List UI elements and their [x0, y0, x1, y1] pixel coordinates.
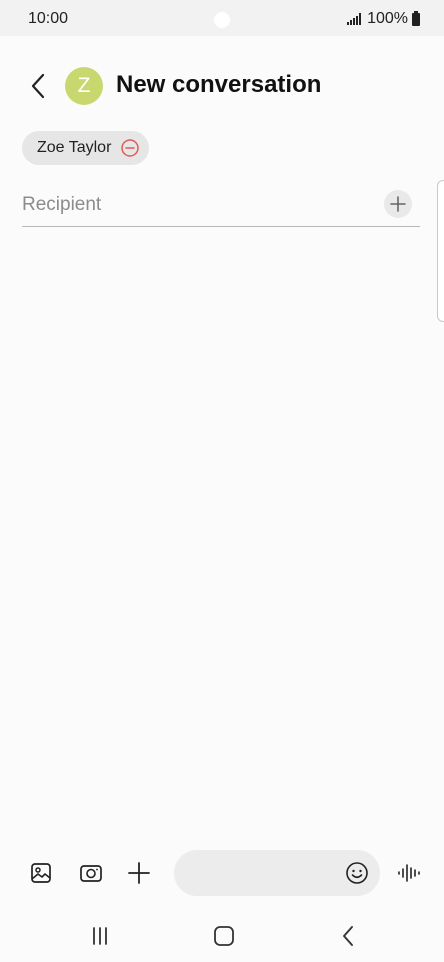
voice-button[interactable]	[394, 858, 424, 888]
gallery-icon	[31, 863, 51, 883]
plus-icon	[390, 196, 406, 212]
message-composer	[0, 850, 444, 896]
back-icon	[343, 926, 353, 946]
recent-apps-icon	[93, 927, 107, 945]
status-bar: 10:00 100%	[0, 0, 444, 36]
add-recipient-button[interactable]	[384, 190, 412, 218]
attach-button[interactable]	[124, 858, 154, 888]
avatar: Z	[65, 67, 103, 105]
battery-icon	[412, 10, 420, 26]
navigation-bar	[0, 912, 444, 962]
remove-recipient-button[interactable]	[121, 139, 140, 157]
chevron-left-icon	[31, 73, 45, 99]
nav-back-button[interactable]	[328, 922, 368, 950]
emoji-icon	[346, 862, 368, 884]
recipient-row	[22, 186, 420, 227]
emoji-button[interactable]	[344, 860, 370, 886]
camera-button[interactable]	[76, 858, 106, 888]
status-indicators: 100%	[347, 10, 420, 28]
signal-icon	[347, 13, 362, 25]
gallery-button[interactable]	[26, 858, 56, 888]
home-button[interactable]	[204, 922, 244, 950]
status-time: 10:00	[28, 10, 69, 27]
recipient-input[interactable]	[22, 190, 362, 220]
conversation-header: Z New conversation	[0, 62, 444, 110]
battery-percentage: 100%	[367, 10, 408, 27]
home-icon	[214, 926, 234, 946]
recipient-chip-label: Zoe Taylor	[37, 139, 112, 156]
minus-circle-icon	[121, 139, 140, 157]
message-field[interactable]	[174, 850, 380, 896]
edge-panel-handle[interactable]	[437, 180, 444, 322]
message-input[interactable]	[190, 858, 340, 888]
camera-icon	[80, 865, 102, 882]
page-title: New conversation	[116, 71, 322, 98]
plus-icon	[128, 862, 150, 884]
recent-apps-button[interactable]	[80, 922, 120, 950]
front-camera	[214, 12, 230, 28]
recipient-chip[interactable]: Zoe Taylor	[22, 131, 150, 165]
voice-wave-icon	[398, 864, 420, 882]
back-button[interactable]	[24, 70, 52, 102]
